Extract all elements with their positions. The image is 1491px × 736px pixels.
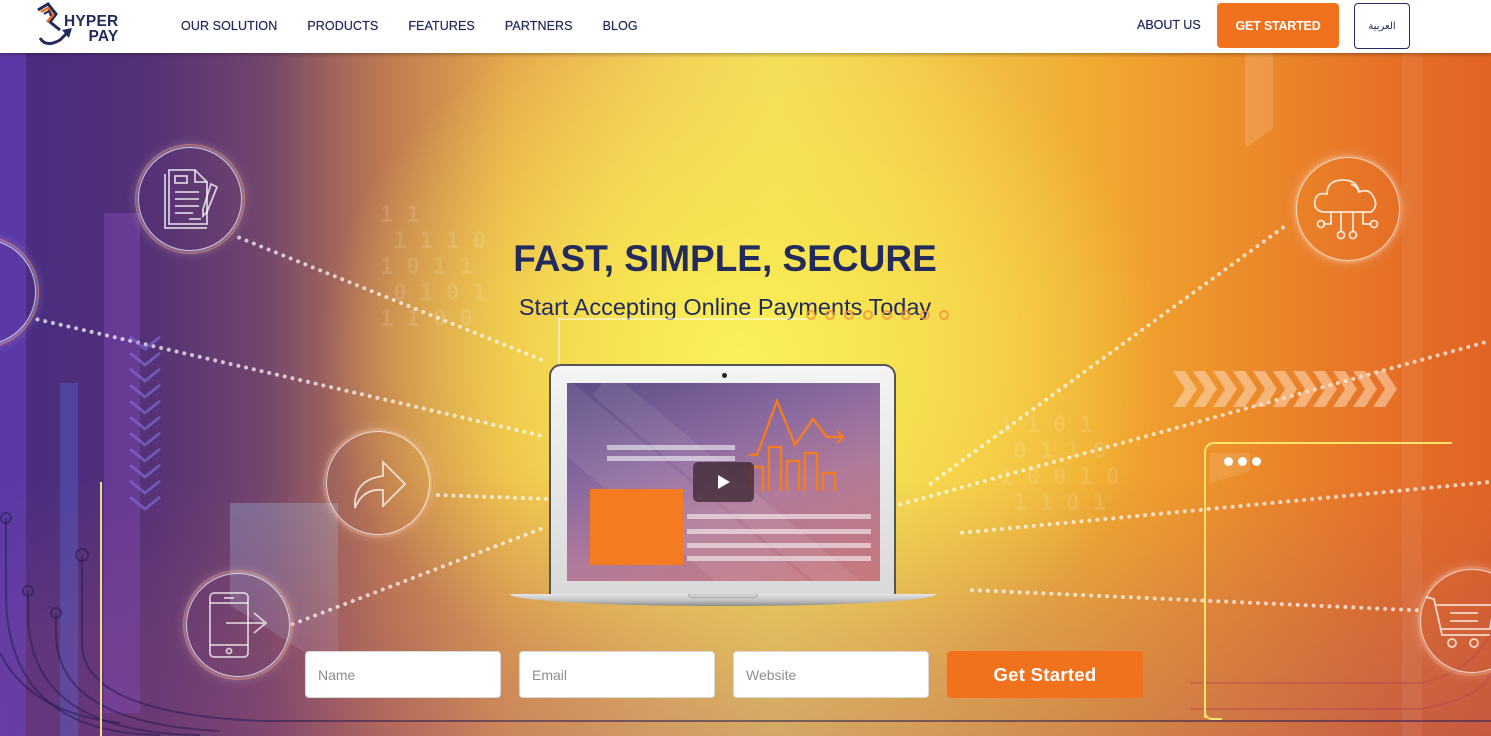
screen-text-line (607, 456, 735, 461)
screen-text-line (687, 514, 871, 519)
hero-headline: FAST, SIMPLE, SECURE (513, 238, 937, 279)
laptop-lid (549, 364, 896, 596)
play-icon (717, 475, 730, 489)
mobile-transfer-icon (183, 570, 293, 680)
decor-line (558, 318, 560, 368)
play-video-button[interactable] (693, 462, 754, 502)
decor-prism (1245, 53, 1273, 148)
logo-word-pay: PAY (88, 28, 119, 45)
chevrons-down-decor (129, 335, 161, 511)
main-nav: OUR SOLUTION PRODUCTS FEATURES PARTNERS … (181, 19, 668, 33)
logo-word-hyper: HYPER (64, 13, 119, 30)
screen-text-line (687, 556, 871, 561)
logo-wordmark: HYPER PAY (64, 13, 119, 45)
laptop-notch (688, 594, 758, 598)
screen-text-line (687, 543, 871, 548)
hero-subheadline: Start Accepting Online Payments Today (518, 294, 932, 320)
name-input[interactable] (305, 651, 501, 698)
laptop-video-preview (510, 364, 936, 608)
decor-rings (806, 310, 949, 320)
decor-window-frame (1204, 442, 1452, 720)
chart-graphic-icon (749, 397, 845, 491)
document-pen-icon (135, 144, 245, 254)
decor-yellow-line (100, 482, 102, 736)
video-screen[interactable] (567, 383, 880, 581)
website-input[interactable] (733, 651, 929, 698)
hyperpay-logo[interactable]: HYPER PAY (34, 2, 130, 50)
nav-get-started-button[interactable]: GET STARTED (1217, 3, 1339, 48)
nav-link-partners[interactable]: PARTNERS (505, 19, 573, 33)
share-arrow-icon (323, 428, 433, 538)
screen-text-line (607, 445, 735, 450)
laptop-camera (722, 373, 727, 378)
decor-line (558, 318, 808, 320)
screen-orange-block (590, 489, 683, 565)
screen-text-line (687, 529, 871, 534)
nav-link-about-us[interactable]: ABOUT US (1137, 18, 1201, 32)
top-navbar: HYPER PAY OUR SOLUTION PRODUCTS FEATURES… (0, 0, 1491, 53)
lead-capture-form: Get Started (305, 651, 1143, 698)
email-input[interactable] (519, 651, 715, 698)
nav-link-our-solution[interactable]: OUR SOLUTION (181, 19, 277, 33)
get-started-submit-button[interactable]: Get Started (947, 651, 1143, 698)
nav-link-blog[interactable]: BLOG (602, 19, 637, 33)
nav-link-products[interactable]: PRODUCTS (307, 19, 378, 33)
language-switch-button[interactable]: العربية (1354, 3, 1410, 49)
chevrons-right-decor (1173, 371, 1397, 407)
nav-link-features[interactable]: FEATURES (408, 19, 475, 33)
